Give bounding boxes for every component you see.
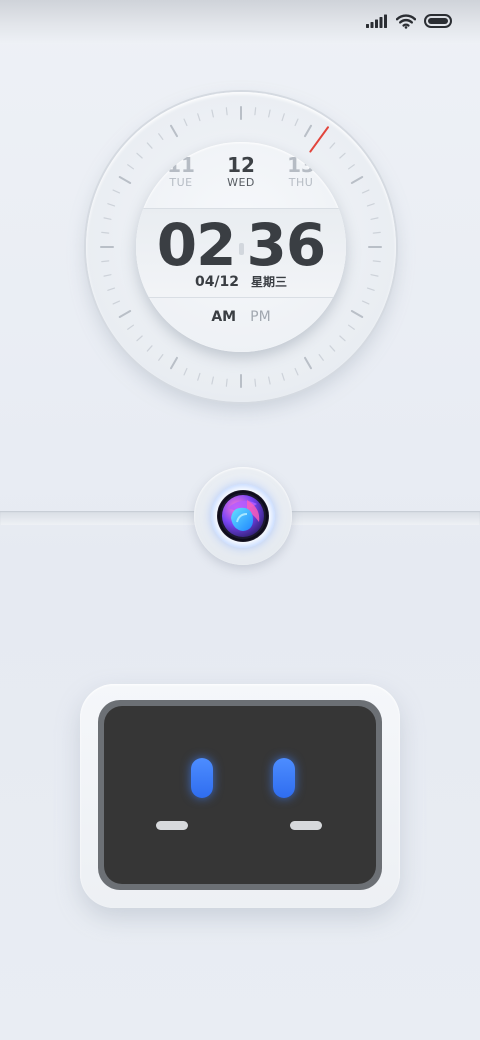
assistant-orb-icon[interactable] [217,490,269,542]
wifi-icon [396,13,416,29]
pm-label: PM [250,309,271,325]
left-eye [191,758,213,798]
dial-tick [170,356,178,370]
day-current-weekday: WED [227,176,255,189]
dial-tick [197,372,201,381]
dial-tick [347,164,355,170]
dial-tick [372,260,381,263]
clock-face: 11 TUE 12 WED 13 THU 02 36 04/12 星期三 AM PM [136,142,346,352]
assistant-orb-holder[interactable] [194,467,292,565]
time-minute: 36 [246,211,327,279]
dial-tick [350,176,364,184]
dial-tick [366,287,375,291]
dial-tick [304,124,312,138]
signal-icon [366,14,387,28]
dial-tick [197,113,201,122]
dial-tick [268,109,271,118]
dial-tick [136,335,143,342]
dial-tick [304,356,312,370]
day-prev: 11 TUE [156,154,206,189]
day-prev-weekday: TUE [169,176,193,189]
dial-tick [183,118,188,127]
battery-icon [424,14,452,28]
clock-widget[interactable]: 11 TUE 12 WED 13 THU 02 36 04/12 星期三 AM PM [86,92,396,402]
day-current-number: 12 [227,153,255,177]
dial-tick [366,203,375,207]
dial-tick [107,287,116,291]
time-hour: 02 [156,211,237,279]
right-eye [273,758,295,798]
dial-tick [281,372,285,381]
dial-tick [211,109,214,118]
robot-face-bezel [98,700,382,890]
day-next: 13 THU [276,154,326,189]
date-line: 04/12 星期三 [136,273,346,291]
dial-tick [361,189,370,194]
dial-tick [211,376,214,385]
dial-tick [347,324,355,330]
dial-tick [339,335,346,342]
dial-tick [103,217,112,220]
date-text: 04/12 [194,274,240,290]
time-window: 02 36 04/12 星期三 [136,208,346,298]
dial-tick [329,345,336,352]
status-icons [366,12,452,30]
dial-tick [158,133,164,141]
dial-tick [294,367,299,376]
right-cheek [290,821,322,830]
day-strip: 11 TUE 12 WED 13 THU [136,154,346,202]
ampm-indicator: AM PM [136,308,346,326]
dial-tick [281,113,285,122]
robot-face-screen [104,706,376,884]
robot-face-frame[interactable] [80,684,400,908]
dial-tick [112,189,121,194]
time-separator [238,242,244,255]
dial-tick [183,367,188,376]
dial-tick [225,378,228,387]
dial-tick [370,217,379,220]
dial-tick [318,353,324,361]
dial-tick [294,118,299,127]
dial-tick [118,176,132,184]
time-display: 02 36 [136,213,346,277]
am-label: AM [211,309,237,325]
dial-tick [127,324,135,330]
dial-tick [350,310,364,318]
weekday-text: 星期三 [251,275,288,289]
dial-tick [146,142,153,149]
dial-tick [112,300,121,305]
day-prev-number: 11 [167,153,195,177]
dial-tick [361,300,370,305]
day-next-weekday: THU [288,176,314,189]
assistant-orb-ring [211,484,275,548]
dial-tick [254,107,257,116]
dial-tick [254,378,257,387]
dial-tick [107,203,116,207]
dial-tick [101,260,110,263]
second-indicator [309,126,329,153]
dial-tick [103,274,112,277]
left-cheek [156,821,188,830]
dial-tick [101,231,110,234]
status-bar [0,0,480,44]
dial-tick [268,376,271,385]
dial-tick [225,107,228,116]
dial-tick [118,310,132,318]
dial-tick [372,231,381,234]
day-next-number: 13 [287,153,315,177]
day-current: 12 WED [216,154,266,189]
dial-tick [146,345,153,352]
dial-tick [370,274,379,277]
dial-tick [158,353,164,361]
dial-tick [170,124,178,138]
dial-tick [329,142,336,149]
dial-tick [127,164,135,170]
